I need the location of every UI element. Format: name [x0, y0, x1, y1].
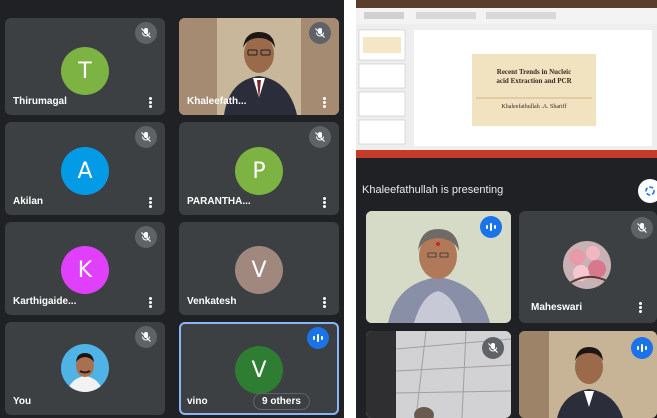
mic-off-icon — [135, 226, 157, 248]
participant-tile-venkatesh[interactable]: V Venkatesh — [179, 222, 339, 315]
participant-name-maheswari: Maheswari — [531, 302, 583, 313]
mic-off-icon — [135, 326, 157, 348]
mic-off-icon — [135, 22, 157, 44]
participant-tile-you[interactable]: You — [5, 322, 165, 415]
more-vert-icon[interactable] — [149, 297, 152, 308]
avatar-venkatesh: V — [235, 246, 283, 294]
mic-off-icon — [309, 22, 331, 44]
more-vert-icon[interactable] — [639, 302, 642, 313]
presentation-panel: Recent Trends in Nucleic acid Extraction… — [356, 0, 657, 418]
participant-tile-guest-2[interactable] — [366, 331, 511, 418]
participant-name-akilan: Akilan — [13, 196, 44, 207]
shared-screen: Recent Trends in Nucleic acid Extraction… — [356, 0, 657, 158]
avatar-parantha: P — [235, 147, 283, 195]
more-vert-icon[interactable] — [149, 97, 152, 108]
participant-tile-thirumagal[interactable]: T Thirumagal — [5, 18, 165, 115]
participant-name-karthigaide: Karthigaide... — [13, 296, 77, 307]
more-vert-icon[interactable] — [323, 297, 326, 308]
avatar-karthigaide: K — [61, 246, 109, 294]
participant-name-khaleefath: Khaleefath... — [187, 96, 247, 107]
presenting-text: Khaleefathullah is presenting — [362, 184, 504, 196]
participant-name-you: You — [13, 396, 32, 407]
participant-tile-akilan[interactable]: A Akilan — [5, 122, 165, 215]
slide-author: Khaleefathullah .A. Shariff — [501, 104, 567, 110]
mic-off-icon — [309, 126, 331, 148]
participant-tile-maheswari[interactable]: Maheswari — [519, 211, 657, 323]
avatar-you — [61, 344, 109, 392]
participant-tile-khaleefath[interactable]: Khaleefath... — [179, 18, 339, 115]
mic-off-icon — [135, 126, 157, 148]
speaking-indicator-icon — [631, 337, 653, 359]
others-chip[interactable]: 9 others — [253, 393, 310, 410]
speaking-indicator-icon — [307, 327, 329, 349]
participant-tile-parantha[interactable]: P PARANTHA... — [179, 122, 339, 215]
participant-name-vino: vino — [187, 396, 208, 407]
participant-tile-karthigaide[interactable]: K Karthigaide... — [5, 222, 165, 315]
meeting-grid-left: T Thirumagal Khaleefath... A Akilan P PA… — [0, 0, 344, 418]
participant-tile-presenter-guest[interactable] — [366, 211, 511, 323]
more-vert-icon[interactable] — [323, 97, 326, 108]
speaking-indicator-icon — [480, 216, 502, 238]
participant-name-thirumagal: Thirumagal — [13, 96, 67, 107]
avatar-akilan: A — [61, 147, 109, 195]
mic-off-icon — [482, 337, 504, 359]
participant-tile-khaleefathullah[interactable] — [519, 331, 657, 418]
presenting-bar: Khaleefathullah is presenting — [356, 172, 657, 206]
avatar-thirumagal: T — [61, 47, 109, 95]
more-vert-icon[interactable] — [323, 197, 326, 208]
avatar-vino: V — [235, 346, 283, 394]
slide-title-line2: acid Extraction and PCR — [496, 77, 572, 85]
mic-off-icon — [631, 217, 653, 239]
participant-name-venkatesh: Venkatesh — [187, 296, 237, 307]
slide-title: Recent Trends in Nucleic acid Extraction… — [474, 68, 594, 86]
slide-title-line1: Recent Trends in Nucleic — [496, 68, 572, 76]
layout-icon[interactable] — [638, 179, 657, 203]
participant-tile-vino[interactable]: V vino 9 others — [179, 322, 339, 415]
avatar-maheswari — [563, 241, 611, 289]
participant-name-parantha: PARANTHA... — [187, 196, 251, 207]
more-vert-icon[interactable] — [149, 197, 152, 208]
